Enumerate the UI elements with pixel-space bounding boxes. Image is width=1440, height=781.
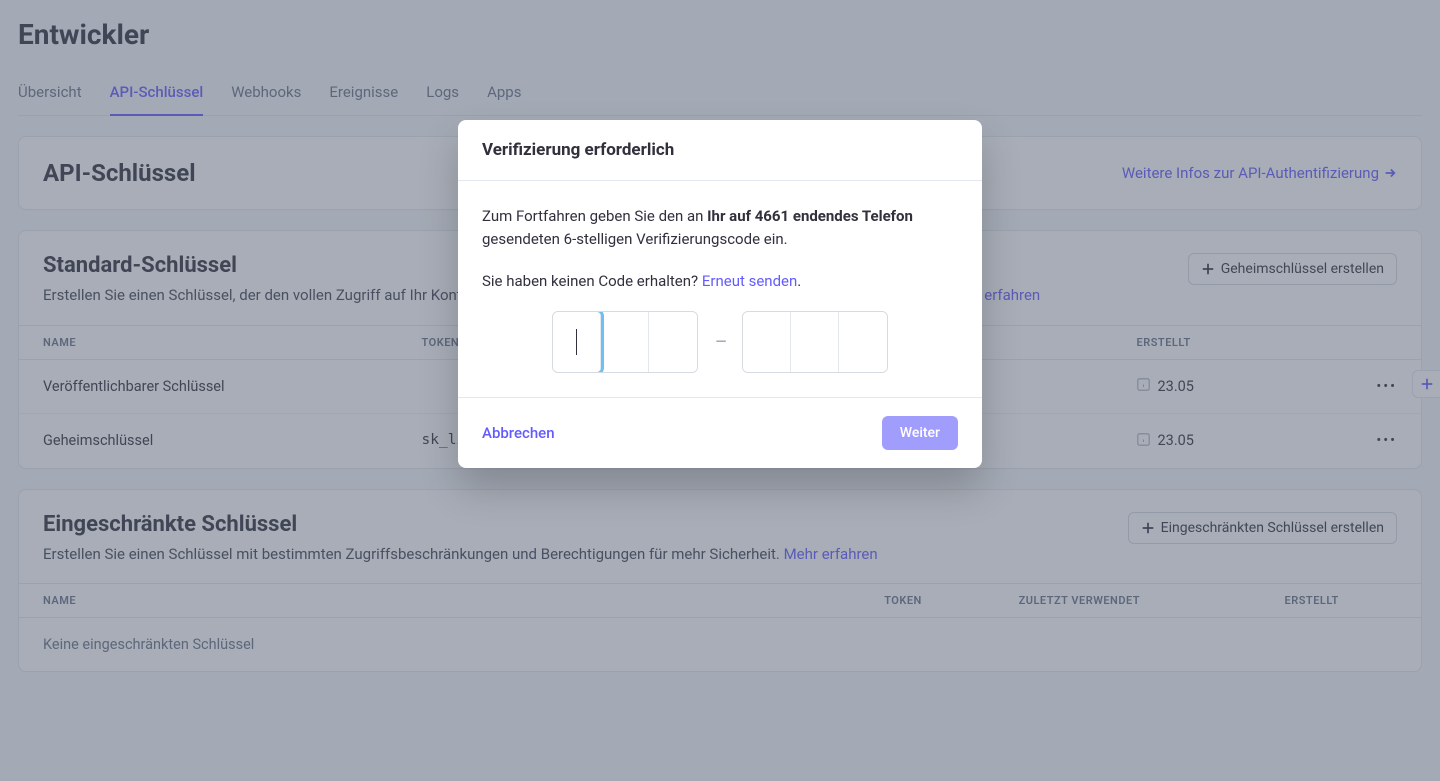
code-digit-1[interactable] xyxy=(553,312,601,372)
modal-instructions: Zum Fortfahren geben Sie den an Ihr auf … xyxy=(482,205,958,252)
code-digit-6[interactable] xyxy=(839,312,887,372)
dash-separator-icon: — xyxy=(716,334,725,350)
phone-last-four: Ihr auf 4661 endendes Telefon xyxy=(707,207,913,225)
modal-overlay[interactable]: Verifizierung erforderlich Zum Fortfahre… xyxy=(0,0,1440,781)
modal-title: Verifizierung erforderlich xyxy=(482,140,958,160)
continue-button[interactable]: Weiter xyxy=(882,416,958,450)
code-digit-2[interactable] xyxy=(601,312,649,372)
verification-modal: Verifizierung erforderlich Zum Fortfahre… xyxy=(458,120,982,468)
resend-code-link[interactable]: Erneut senden xyxy=(702,272,797,290)
code-input-row: — xyxy=(482,311,958,373)
code-digit-5[interactable] xyxy=(791,312,839,372)
cancel-button[interactable]: Abbrechen xyxy=(482,424,555,442)
modal-no-code: Sie haben keinen Code erhalten? Erneut s… xyxy=(482,270,958,293)
code-digit-4[interactable] xyxy=(743,312,791,372)
code-digit-3[interactable] xyxy=(649,312,697,372)
code-group-1 xyxy=(552,311,698,373)
code-group-2 xyxy=(742,311,888,373)
